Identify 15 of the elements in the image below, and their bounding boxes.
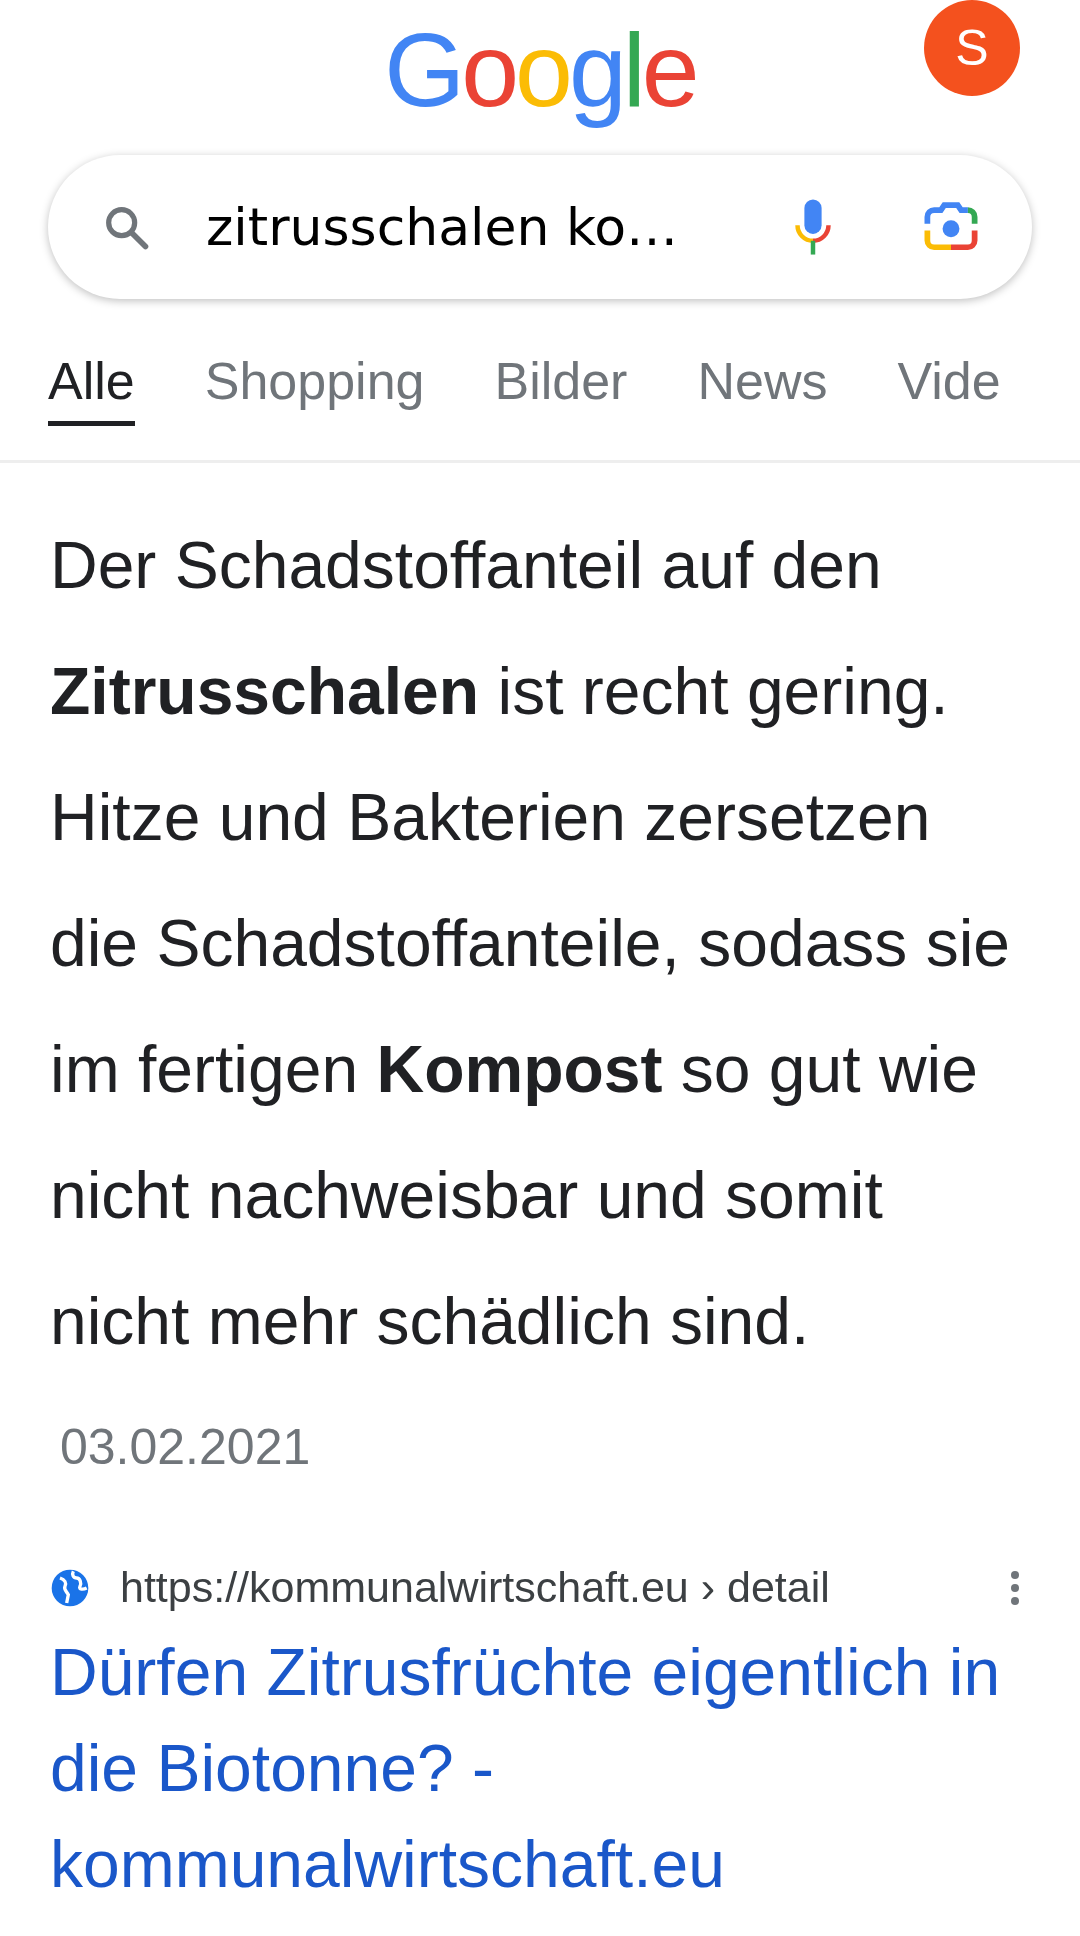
search-tab[interactable]: Alle: [48, 351, 135, 426]
search-tab[interactable]: News: [697, 351, 828, 426]
more-options-icon[interactable]: [1010, 1569, 1020, 1606]
globe-icon: [50, 1567, 90, 1608]
result-title-link[interactable]: Dürfen Zitrusfrüchte eigentlich in die Biotonne? - kommunalwirtschaft.eu: [50, 1624, 1040, 1912]
search-tab[interactable]: Vide: [897, 351, 1001, 426]
search-tab[interactable]: Bilder: [494, 351, 628, 426]
logo: Google: [384, 11, 696, 130]
search-query: zitrusschalen ko…: [206, 197, 680, 257]
search-tab[interactable]: Shopping: [204, 351, 425, 426]
answer-snippet: Der Schadstoffanteil auf den Zitrusschalen ist recht gering. Hitze und Bakterien zersetzen die Schadstoffanteile, sodass sie im fertigen Kompost so gut wie nicht nachweisbar und somit nicht mehr schädlich sind.: [50, 528, 1011, 1358]
avatar[interactable]: S: [924, 0, 1020, 96]
search-field[interactable]: zitrusschalen ko…: [48, 155, 1032, 299]
snippet-date: 03.02.2021: [60, 1419, 311, 1475]
result-url[interactable]: https://kommunalwirtschaft.eu › detail: [120, 1563, 980, 1612]
